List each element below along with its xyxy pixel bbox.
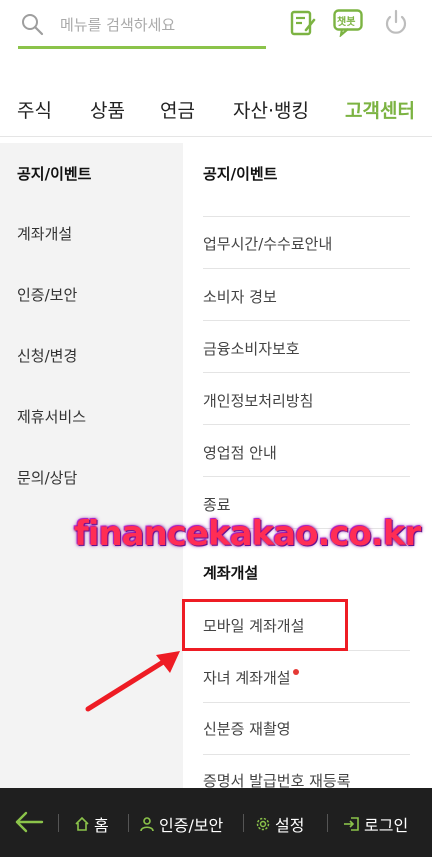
menu-item-id-recapture[interactable]: 신분증 재촬영: [203, 718, 291, 739]
sidebar-item-inquiry[interactable]: 문의/상담: [17, 467, 77, 488]
divider: [203, 372, 410, 373]
submenu-header: 공지/이벤트: [203, 165, 278, 183]
gear-icon: [256, 817, 270, 831]
divider: [203, 320, 410, 321]
new-badge-dot: [292, 669, 299, 675]
home-label: 홈: [94, 816, 109, 835]
menu-item-hours-fees[interactable]: 업무시간/수수료안내: [203, 233, 332, 254]
divider: [203, 268, 410, 269]
menu-item-exit[interactable]: 종료: [203, 494, 231, 515]
bottom-bar: 홈 인증/보안 설정 로그인: [0, 788, 432, 857]
tab-stocks[interactable]: 주식: [17, 96, 52, 123]
divider: [203, 216, 410, 217]
tab-customer-center[interactable]: 고객센터: [345, 96, 415, 123]
sidebar-item-account-open[interactable]: 계좌개설: [17, 223, 72, 244]
auth-security-label: 인증/보안: [159, 816, 224, 835]
menu-item-cert-reissue[interactable]: 증명서 발급번호 재등록: [203, 770, 351, 788]
menu-item-child-account-open[interactable]: 자녀 계좌개설: [203, 667, 299, 688]
login-label: 로그인: [364, 816, 409, 835]
power-icon[interactable]: [381, 8, 411, 38]
chatbot-label: 챗봇: [337, 17, 356, 28]
divider: [128, 814, 129, 832]
chatbot-icon[interactable]: 챗봇: [333, 9, 363, 37]
tab-assets-banking[interactable]: 자산·뱅킹: [233, 96, 309, 123]
top-bar: 챗봇: [0, 0, 432, 60]
divider: [203, 702, 410, 703]
section-title-account-open: 계좌개설: [203, 564, 259, 582]
search-input[interactable]: [58, 12, 262, 38]
tab-pension[interactable]: 연금: [160, 96, 195, 123]
child-account-label: 자녀 계좌개설: [203, 669, 291, 687]
document-edit-icon[interactable]: [288, 8, 318, 38]
auth-security-button[interactable]: 인증/보안: [139, 812, 224, 835]
home-icon: [75, 816, 89, 831]
menu-item-consumer-protection[interactable]: 금융소비자보호: [203, 338, 300, 359]
highlight-box: [182, 599, 348, 651]
search-box[interactable]: [18, 6, 266, 49]
login-button[interactable]: 로그인: [342, 812, 409, 835]
annotation-arrow: [85, 651, 180, 712]
settings-label: 설정: [275, 816, 305, 835]
menu-item-privacy-policy[interactable]: 개인정보처리방침: [203, 390, 313, 411]
menu-item-consumer-alert[interactable]: 소비자 경보: [203, 286, 277, 307]
divider: [203, 476, 410, 477]
submenu-panel: 공지/이벤트 업무시간/수수료안내 소비자 경보 금융소비자보호 개인정보처리방…: [183, 143, 432, 788]
watermark: financekakao.co.kr: [74, 514, 421, 554]
main-nav: 주식 상품 연금 자산·뱅킹 고객센터: [0, 84, 432, 137]
settings-button[interactable]: 설정: [255, 812, 305, 835]
home-button[interactable]: 홈: [74, 812, 109, 835]
divider: [203, 754, 410, 755]
back-arrow-icon[interactable]: [14, 810, 44, 834]
search-icon: [22, 14, 44, 36]
divider: [58, 814, 59, 832]
divider: [327, 814, 328, 832]
sidebar-item-notice-event[interactable]: 공지/이벤트: [17, 163, 91, 184]
tab-products[interactable]: 상품: [90, 96, 125, 123]
menu-item-branch-info[interactable]: 영업점 안내: [203, 442, 277, 463]
sidebar-item-auth-security[interactable]: 인증/보안: [17, 284, 77, 305]
sidebar-item-apply-change[interactable]: 신청/변경: [17, 345, 77, 366]
divider: [243, 814, 244, 832]
login-icon: [344, 817, 359, 831]
sidebar-item-partner-service[interactable]: 제휴서비스: [17, 406, 86, 427]
person-icon: [140, 817, 154, 832]
divider: [203, 424, 410, 425]
